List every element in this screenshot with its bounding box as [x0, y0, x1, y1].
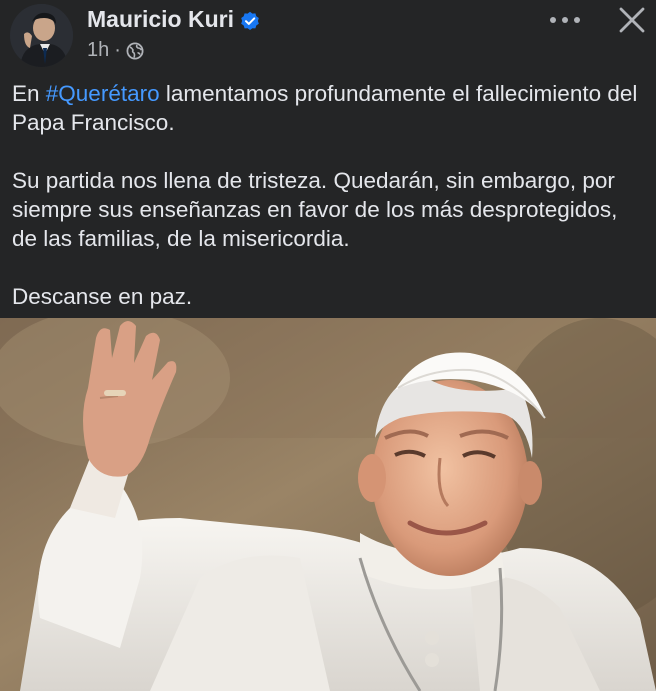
globe-icon	[126, 42, 144, 60]
paragraph-text: En	[12, 81, 46, 106]
facebook-post: Mauricio Kuri 1h · En #Querétaro lamenta…	[0, 0, 656, 691]
verified-badge-icon	[240, 10, 260, 30]
pope-francis-photo	[0, 318, 656, 691]
post-paragraph-1: En #Querétaro lamentamos profundamente e…	[12, 79, 648, 137]
post-header: Mauricio Kuri 1h ·	[0, 0, 656, 70]
hashtag-link[interactable]: #Querétaro	[46, 81, 160, 106]
post-time[interactable]: 1h	[87, 39, 109, 62]
avatar-photo	[10, 4, 73, 67]
more-dots-icon	[550, 17, 580, 23]
post-meta: 1h ·	[87, 39, 144, 62]
close-button[interactable]	[616, 4, 648, 36]
author-name[interactable]: Mauricio Kuri	[87, 6, 234, 33]
post-paragraph-3: Descanse en paz.	[12, 284, 193, 309]
post-photo[interactable]	[0, 318, 656, 691]
more-options-button[interactable]	[548, 8, 582, 32]
author-avatar[interactable]	[10, 4, 73, 67]
post-paragraph-2: Su partida nos llena de tristeza. Quedar…	[12, 168, 618, 251]
post-body: En #Querétaro lamentamos profundamente e…	[12, 79, 648, 311]
author-line: Mauricio Kuri	[87, 6, 260, 33]
meta-separator: ·	[114, 39, 121, 61]
close-icon	[619, 7, 645, 33]
